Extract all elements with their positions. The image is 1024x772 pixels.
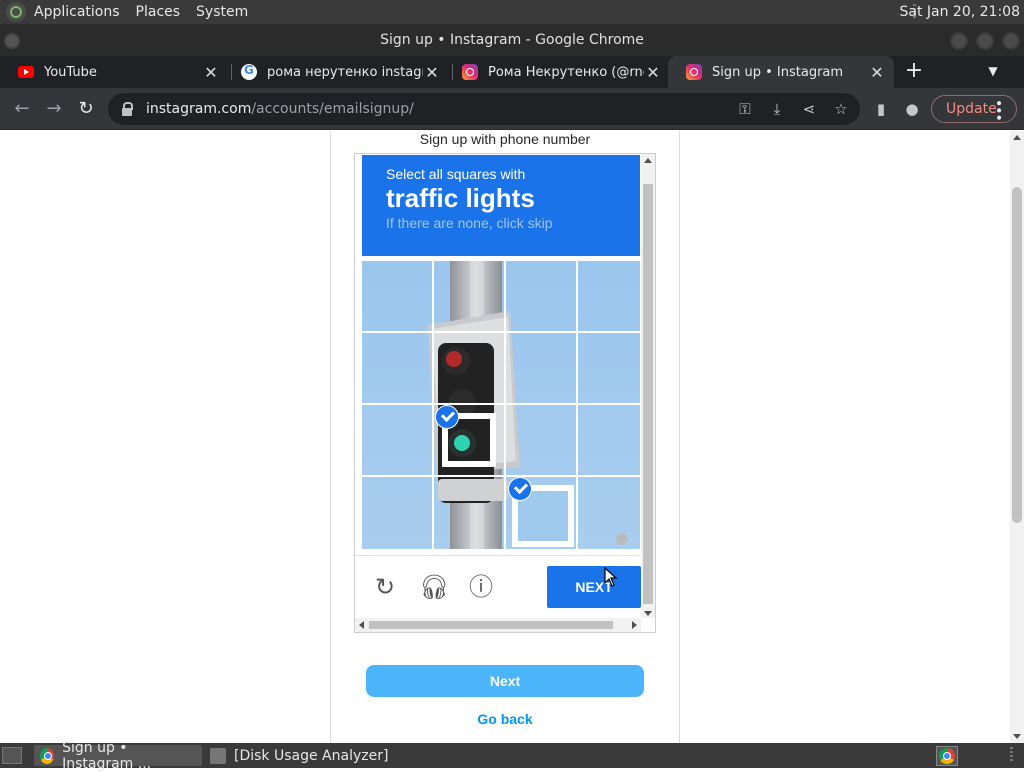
browser-toolbar: ← → ↻ instagram.com/accounts/emailsignup… (0, 88, 1024, 130)
youtube-icon (18, 66, 34, 78)
captcha-cell-selected[interactable] (434, 405, 504, 475)
scroll-left-icon[interactable] (359, 621, 364, 629)
side-panel-icon[interactable]: ▮ (871, 99, 891, 119)
clock[interactable]: Sat Jan 20, 21:08 (900, 4, 1021, 20)
minimize-icon[interactable] (950, 32, 968, 50)
tab-close-icon[interactable]: ✕ (868, 63, 886, 82)
captcha-footer: ↻ 🎧︎ ⓘ NEXT (355, 555, 641, 615)
chevron-down-icon[interactable]: ▼ (984, 62, 1002, 80)
mouse-cursor-icon (604, 567, 618, 587)
tab-title: рома нерутенко instagram (267, 64, 423, 80)
url-path: /accounts/emailsignup/ (251, 101, 414, 117)
install-app-icon[interactable]: ⤓ (767, 99, 787, 119)
bookmark-star-icon[interactable]: ☆ (831, 99, 851, 119)
places-menu[interactable]: Places (136, 4, 181, 20)
tab-instagram-signup[interactable]: Sign up • Instagram ✕ (668, 56, 894, 88)
go-back-link[interactable]: Go back (366, 711, 644, 727)
instagram-icon (686, 64, 702, 80)
profile-icon[interactable]: ● (902, 99, 922, 119)
scroll-down-icon[interactable] (644, 611, 652, 616)
chrome-icon (939, 748, 955, 764)
disk-usage-analyzer-icon (210, 747, 226, 764)
captcha-instruction: Select all squares with (386, 166, 526, 182)
check-icon (435, 405, 459, 429)
window-menu-icon[interactable] (4, 33, 20, 49)
page-scrollbar[interactable] (1010, 131, 1024, 743)
instagram-icon (462, 64, 478, 80)
forward-icon[interactable]: → (42, 97, 66, 121)
captcha-image-grid (362, 261, 640, 549)
captcha-frame: Select all squares with traffic lights I… (354, 153, 656, 633)
top-panel: Applications Places System Sat Jan 20, 2… (0, 0, 1024, 24)
headphones-icon[interactable]: 🎧︎ (419, 573, 449, 601)
scroll-thumb[interactable] (643, 184, 653, 604)
tab-youtube[interactable]: YouTube ✕ (0, 56, 228, 88)
tab-title: Sign up • Instagram (712, 64, 844, 80)
check-icon (508, 477, 532, 501)
tab-close-icon[interactable]: ✕ (644, 63, 662, 82)
maximize-icon[interactable] (976, 32, 994, 50)
scroll-thumb[interactable] (369, 621, 613, 629)
chrome-icon (40, 747, 55, 764)
scroll-thumb[interactable] (1012, 187, 1022, 523)
captcha-horizontal-scrollbar[interactable] (355, 618, 641, 632)
taskbar: Sign up • Instagram ... [Disk Usage Anal… (0, 740, 1024, 772)
scroll-up-icon[interactable] (1013, 135, 1021, 140)
lock-icon[interactable] (120, 102, 134, 116)
next-button[interactable]: Next (366, 665, 644, 697)
url-host: instagram.com (146, 101, 252, 117)
scroll-up-icon[interactable] (644, 158, 652, 163)
window-titlebar[interactable]: Sign up • Instagram - Google Chrome (0, 24, 1024, 56)
tab-title: YouTube (44, 64, 97, 80)
back-icon[interactable]: ← (10, 97, 34, 121)
signup-phone-text[interactable]: Sign up with phone number (331, 131, 679, 147)
show-desktop-icon[interactable] (2, 747, 22, 764)
captcha-header: Select all squares with traffic lights I… (362, 155, 640, 256)
update-button[interactable]: Update ••• (931, 95, 1017, 123)
reload-icon[interactable]: ↻ (371, 573, 399, 601)
tab-google-search[interactable]: рома нерутенко instagram ✕ (223, 56, 449, 88)
scroll-down-icon[interactable] (1013, 734, 1021, 739)
gnome-logo-icon[interactable] (6, 2, 26, 22)
task-disk-usage-analyzer[interactable]: [Disk Usage Analyzer] (204, 745, 404, 766)
window-title: Sign up • Instagram - Google Chrome (380, 32, 644, 48)
info-icon[interactable]: ⓘ (467, 573, 495, 601)
scroll-right-icon[interactable] (632, 621, 637, 629)
tab-close-icon[interactable]: ✕ (423, 63, 441, 82)
captcha-hint: If there are none, click skip (386, 215, 553, 231)
tab-instagram-profile[interactable]: Рома Некрутенко (@rnekrutenko) ✕ (444, 56, 670, 88)
close-window-icon[interactable] (1002, 32, 1020, 50)
tab-title: Рома Некрутенко (@rnekrutenko) (488, 64, 644, 80)
google-icon (241, 63, 257, 80)
captcha-vertical-scrollbar[interactable] (641, 154, 655, 618)
system-menu[interactable]: System (196, 4, 248, 20)
captcha-next-button[interactable]: NEXT (547, 566, 641, 608)
page-content: Sign up with phone number Select all squ… (0, 131, 1024, 743)
captcha-cell-selected[interactable] (506, 477, 576, 547)
share-icon[interactable]: ⋖ (799, 99, 819, 119)
grid-line (362, 331, 640, 333)
new-tab-icon[interactable]: + (902, 60, 926, 84)
grid-line (576, 261, 578, 549)
task-title: Sign up • Instagram ... (62, 739, 152, 772)
grid-line (362, 475, 640, 477)
tray-chrome[interactable] (936, 746, 958, 766)
reload-icon[interactable]: ↻ (74, 97, 98, 121)
task-title: [Disk Usage Analyzer] (234, 747, 389, 764)
captcha-target: traffic lights (386, 183, 535, 213)
tray-separator (1010, 747, 1013, 763)
more-menu-icon[interactable]: ••• (990, 99, 1006, 121)
task-chrome[interactable]: Sign up • Instagram ... (34, 740, 202, 772)
tab-strip: YouTube ✕ рома нерутенко instagram ✕ Ром… (0, 56, 1024, 88)
tab-close-icon[interactable]: ✕ (202, 63, 220, 82)
applications-menu[interactable]: Applications (34, 4, 120, 20)
key-icon[interactable]: ⚿ (735, 99, 755, 119)
